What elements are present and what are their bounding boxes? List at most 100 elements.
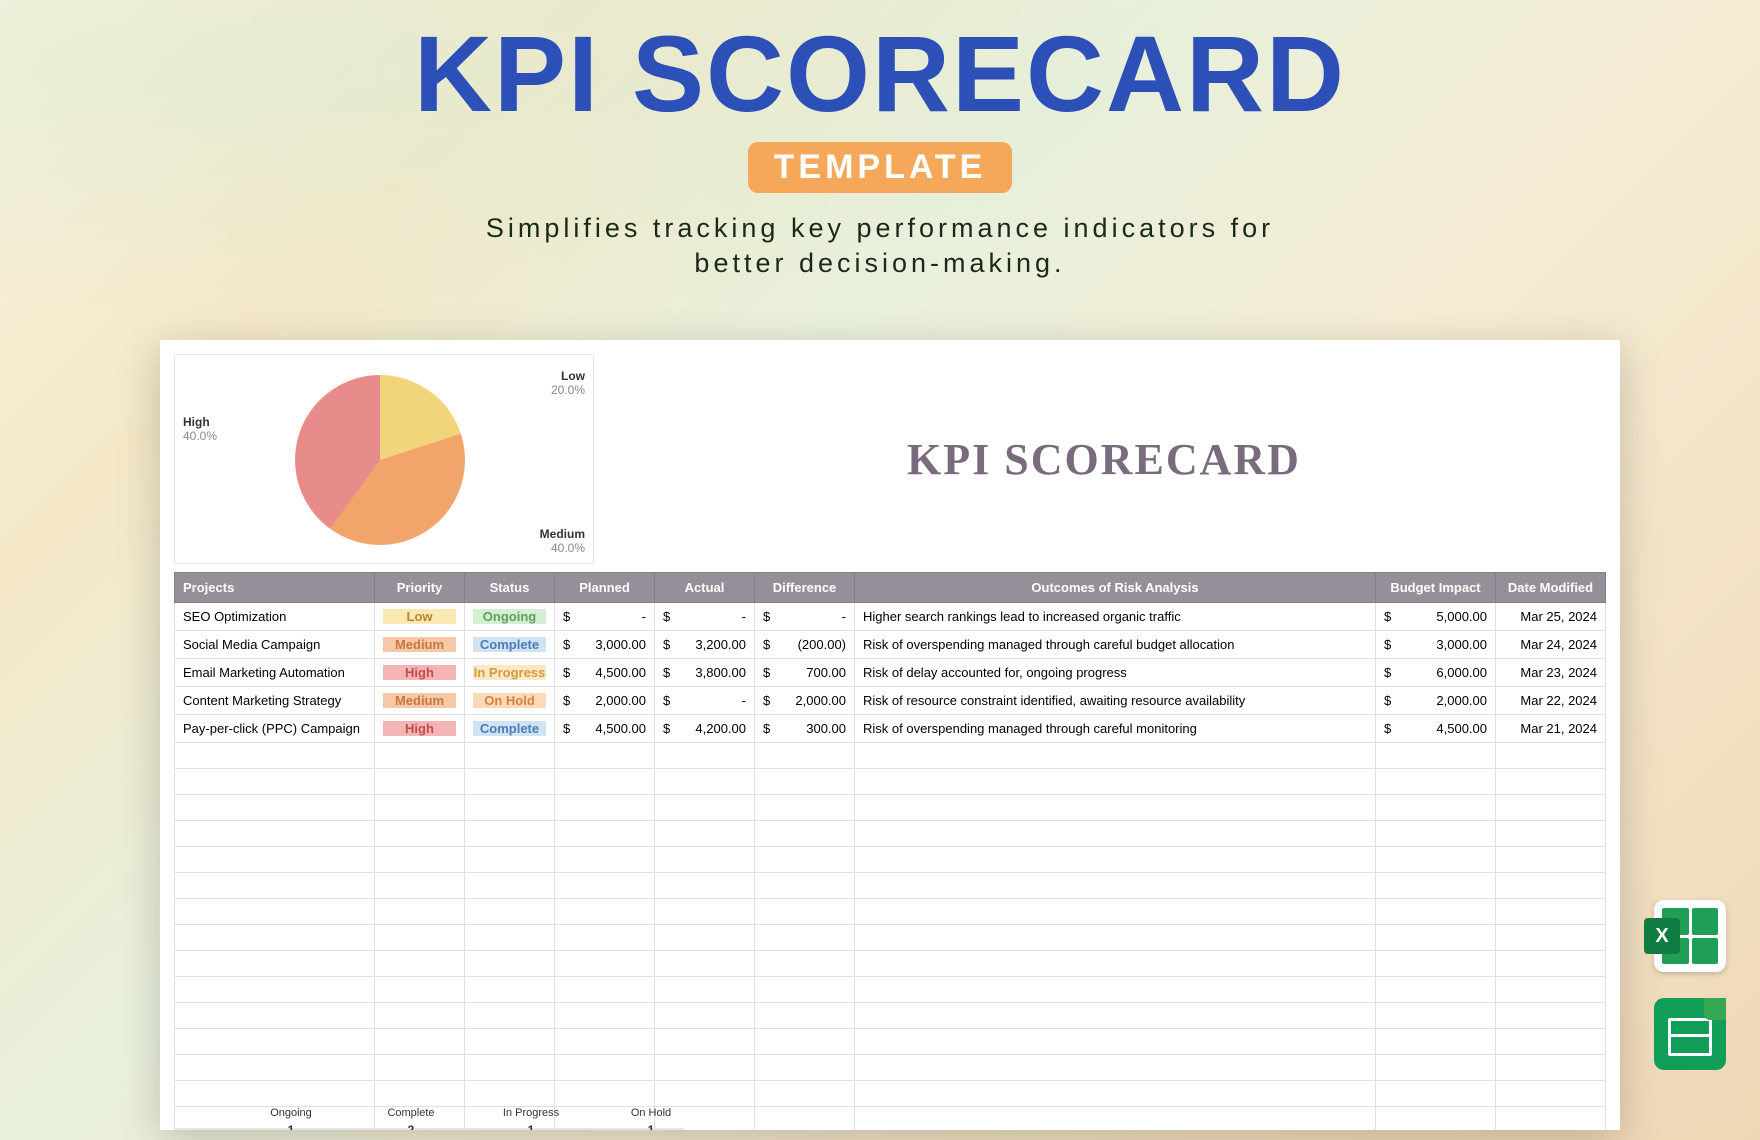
- th-actual: Actual: [655, 573, 755, 603]
- th-difference: Difference: [755, 573, 855, 603]
- excel-icon: [1654, 900, 1726, 972]
- cell-project: Content Marketing Strategy: [175, 687, 375, 715]
- page-title: KPI SCORECARD: [0, 20, 1760, 128]
- cell-status: Complete: [465, 631, 555, 659]
- pie-label-medium: Medium: [540, 527, 585, 541]
- table-row-empty: [175, 1003, 1606, 1029]
- cell-planned: $-: [555, 603, 655, 631]
- table-row-empty: [175, 795, 1606, 821]
- table-row-empty: [175, 847, 1606, 873]
- status-chip: Ongoing: [473, 609, 546, 624]
- table-row-empty: [175, 899, 1606, 925]
- cell-project: SEO Optimization: [175, 603, 375, 631]
- cell-date: Mar 21, 2024: [1496, 715, 1606, 743]
- cell-priority: High: [375, 659, 465, 687]
- table-row-empty: [175, 743, 1606, 769]
- hero: KPI SCORECARD TEMPLATE Simplifies tracki…: [0, 0, 1760, 281]
- kpi-scorecard-heading: KPI SCORECARD: [907, 434, 1301, 485]
- cell-planned: $3,000.00: [555, 631, 655, 659]
- cell-actual: $4,200.00: [655, 715, 755, 743]
- bar-value-on-hold: 1: [616, 1123, 686, 1130]
- pie-label-low-pct: 20.0%: [551, 383, 585, 397]
- cell-budget: $4,500.00: [1376, 715, 1496, 743]
- priority-chip: High: [383, 665, 456, 680]
- bar-value-ongoing: 1: [256, 1123, 326, 1130]
- table-row-empty: [175, 925, 1606, 951]
- subtitle-line-2: better decision-making.: [0, 246, 1760, 281]
- cell-date: Mar 25, 2024: [1496, 603, 1606, 631]
- cell-planned: $2,000.00: [555, 687, 655, 715]
- status-chip: Complete: [473, 721, 546, 736]
- priority-chip: Medium: [383, 637, 456, 652]
- th-budget: Budget Impact: [1376, 573, 1496, 603]
- cell-actual: $3,200.00: [655, 631, 755, 659]
- table-header-row: Projects Priority Status Planned Actual …: [175, 573, 1606, 603]
- subtitle-line-1: Simplifies tracking key performance indi…: [0, 211, 1760, 246]
- priority-chip: Medium: [383, 693, 456, 708]
- cell-date: Mar 24, 2024: [1496, 631, 1606, 659]
- cell-difference: $(200.00): [755, 631, 855, 659]
- th-planned: Planned: [555, 573, 655, 603]
- pie-label-medium-pct: 40.0%: [551, 541, 585, 555]
- cell-planned: $4,500.00: [555, 659, 655, 687]
- charts-row: High 40.0% Low 20.0% Medium 40.0% 2.0 1.…: [174, 354, 1606, 564]
- cell-priority: Medium: [375, 687, 465, 715]
- cell-risk: Risk of delay accounted for, ongoing pro…: [855, 659, 1376, 687]
- cell-difference: $300.00: [755, 715, 855, 743]
- status-bar-chart: 2.0 1.5 1.0 0.5 0.0 1 2 1 1 Ongoing Comp…: [174, 1128, 684, 1130]
- priority-pie-chart: High 40.0% Low 20.0% Medium 40.0%: [174, 354, 594, 564]
- cell-actual: $-: [655, 603, 755, 631]
- cell-difference: $2,000.00: [755, 687, 855, 715]
- cell-actual: $-: [655, 687, 755, 715]
- table-row: Content Marketing Strategy Medium On Hold $…: [175, 687, 1606, 715]
- th-status: Status: [465, 573, 555, 603]
- table-row-empty: [175, 821, 1606, 847]
- table-row-empty: [175, 769, 1606, 795]
- cell-risk: Risk of overspending managed through car…: [855, 715, 1376, 743]
- cell-budget: $2,000.00: [1376, 687, 1496, 715]
- cell-risk: Risk of resource constraint identified, …: [855, 687, 1376, 715]
- x-tick-ongoing: Ongoing: [256, 1107, 326, 1119]
- cell-difference: $700.00: [755, 659, 855, 687]
- x-tick-complete: Complete: [376, 1107, 446, 1119]
- cell-priority: Medium: [375, 631, 465, 659]
- cell-date: Mar 22, 2024: [1496, 687, 1606, 715]
- table-row: SEO OptimizationLowOngoing$-$-$-Higher s…: [175, 603, 1606, 631]
- status-chip: Complete: [473, 637, 546, 652]
- cell-difference: $-: [755, 603, 855, 631]
- table-row-empty: [175, 1055, 1606, 1081]
- cell-project: Pay-per-click (PPC) Campaign: [175, 715, 375, 743]
- pie-graphic: [295, 375, 465, 545]
- kpi-table: Projects Priority Status Planned Actual …: [174, 572, 1606, 1130]
- cell-priority: High: [375, 715, 465, 743]
- bar-value-complete: 2: [376, 1123, 446, 1130]
- th-risk: Outcomes of Risk Analysis: [855, 573, 1376, 603]
- status-chip: On Hold: [473, 693, 546, 708]
- cell-project: Social Media Campaign: [175, 631, 375, 659]
- table-row: Pay-per-click (PPC) Campaign High Complete…: [175, 715, 1606, 743]
- status-chip: In Progress: [473, 665, 546, 680]
- cell-budget: $3,000.00: [1376, 631, 1496, 659]
- cell-budget: $6,000.00: [1376, 659, 1496, 687]
- subtitle: Simplifies tracking key performance indi…: [0, 211, 1760, 281]
- pie-label-low: Low: [561, 369, 585, 383]
- x-tick-on-hold: On Hold: [616, 1107, 686, 1119]
- th-priority: Priority: [375, 573, 465, 603]
- th-projects: Projects: [175, 573, 375, 603]
- bar-value-in-progress: 1: [496, 1123, 566, 1130]
- priority-chip: Low: [383, 609, 456, 624]
- table-row: Email Marketing Automation High In Progres…: [175, 659, 1606, 687]
- cell-project: Email Marketing Automation: [175, 659, 375, 687]
- priority-chip: High: [383, 721, 456, 736]
- table-row-empty: [175, 1029, 1606, 1055]
- app-icons: [1654, 900, 1726, 1070]
- table-row-empty: [175, 977, 1606, 1003]
- spreadsheet-preview: High 40.0% Low 20.0% Medium 40.0% 2.0 1.…: [160, 340, 1620, 1130]
- cell-risk: Higher search rankings lead to increased…: [855, 603, 1376, 631]
- cell-date: Mar 23, 2024: [1496, 659, 1606, 687]
- cell-status: Ongoing: [465, 603, 555, 631]
- pie-label-high: High: [183, 415, 210, 429]
- table-row-empty: [175, 1081, 1606, 1107]
- table-row-empty: [175, 951, 1606, 977]
- cell-budget: $5,000.00: [1376, 603, 1496, 631]
